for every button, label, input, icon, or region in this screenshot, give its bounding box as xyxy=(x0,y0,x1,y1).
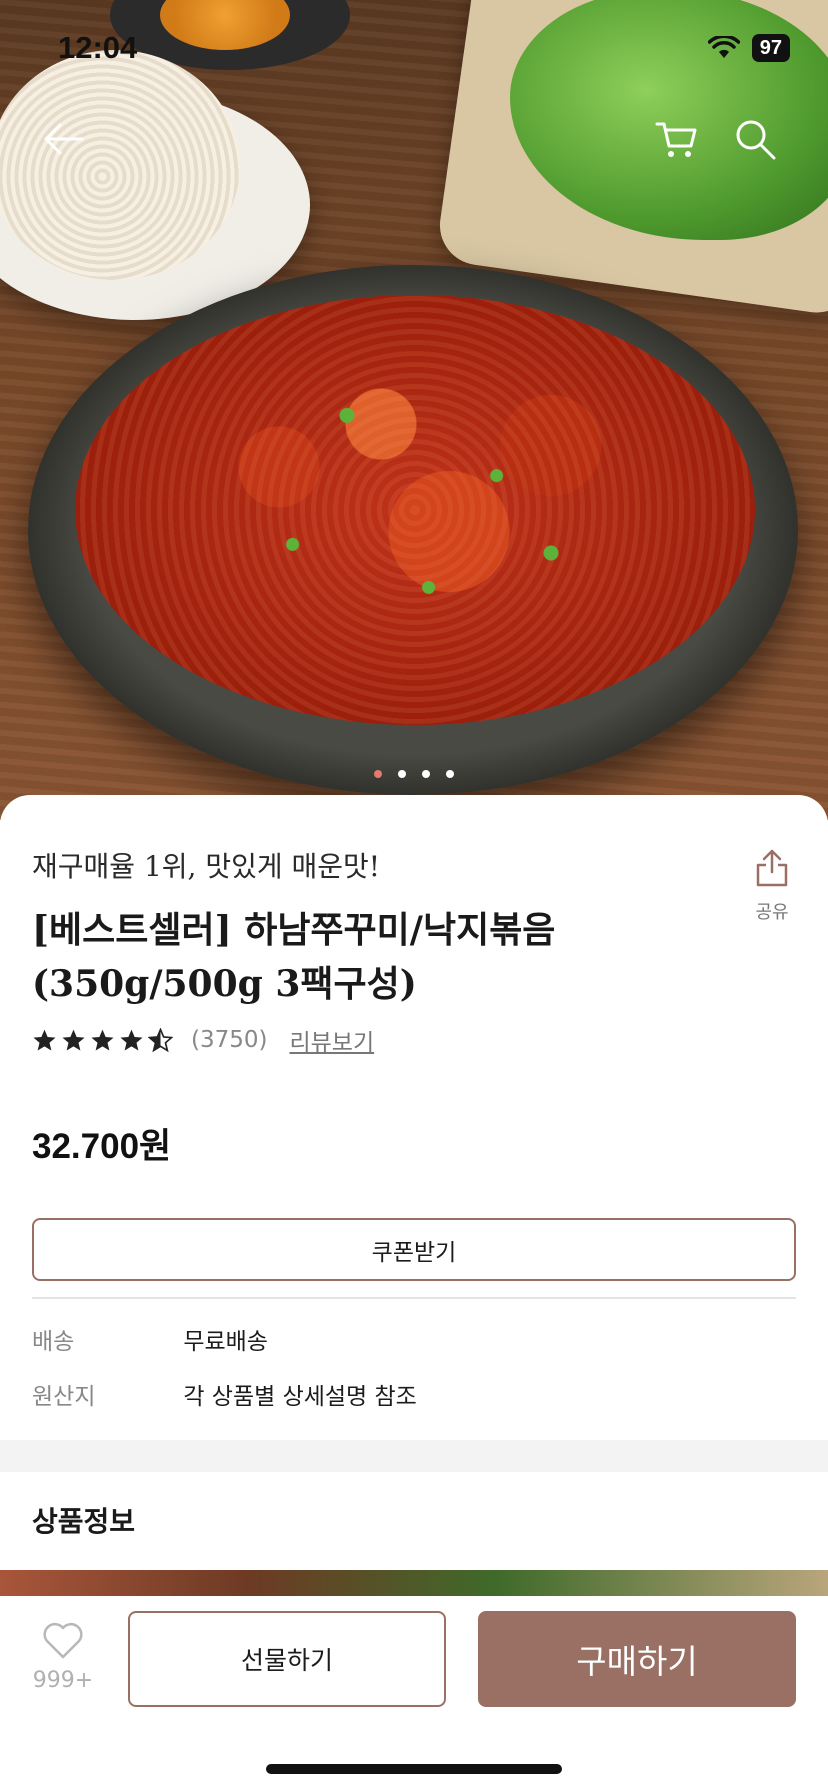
origin-value: 각 상품별 상세설명 참조 xyxy=(183,1384,417,1410)
status-time: 12:04 xyxy=(58,30,138,65)
gift-button[interactable]: 선물하기 xyxy=(128,1611,446,1707)
product-title: [베스트셀러] 하남쭈꾸미/낙지볶음 (350g/500g 3팩구성) xyxy=(32,909,556,1005)
wishlist-button[interactable]: 999+ xyxy=(30,1620,96,1693)
get-coupon-button[interactable]: 쿠폰받기 xyxy=(32,1218,796,1281)
wifi-icon xyxy=(707,36,740,58)
octopus-stir-fry xyxy=(75,295,755,725)
status-indicators: 97 xyxy=(707,34,790,62)
share-label: 공유 xyxy=(755,902,789,923)
section-separator xyxy=(0,1440,828,1472)
shipping-label: 배송 xyxy=(32,1329,75,1355)
battery-indicator: 97 xyxy=(751,34,790,62)
shipping-value: 무료배송 xyxy=(183,1329,268,1355)
product-price: 32.700원 xyxy=(32,1127,172,1166)
carousel-indicator xyxy=(0,770,828,778)
search-icon[interactable] xyxy=(732,116,778,162)
rating-row: (3750) 리뷰보기 xyxy=(32,1023,374,1057)
noodles xyxy=(0,50,240,280)
back-arrow-icon[interactable] xyxy=(40,116,86,162)
carousel-dot[interactable] xyxy=(422,770,430,778)
star-icon xyxy=(120,1029,143,1050)
origin-label: 원산지 xyxy=(32,1384,96,1410)
star-icon xyxy=(33,1029,56,1050)
view-reviews-link[interactable]: 리뷰보기 xyxy=(289,1023,374,1057)
origin-row: 원산지 각 상품별 상세설명 참조 xyxy=(32,1377,417,1411)
product-image-carousel[interactable] xyxy=(0,0,828,820)
home-indicator xyxy=(266,1764,562,1774)
wishlist-count: 999+ xyxy=(32,1668,94,1693)
star-icon xyxy=(62,1029,85,1050)
share-button[interactable]: 공유 xyxy=(742,848,802,924)
carousel-dot-active[interactable] xyxy=(374,770,382,778)
star-icon xyxy=(91,1029,114,1050)
heart-icon xyxy=(43,1622,83,1659)
product-subtitle: 재구매율 1위, 맛있게 매운맛! xyxy=(32,850,381,883)
share-icon xyxy=(756,849,788,887)
product-info-heading: 상품정보 xyxy=(32,1505,136,1538)
buy-button[interactable]: 구매하기 xyxy=(478,1611,796,1707)
star-half-icon xyxy=(148,1027,173,1052)
cart-icon[interactable] xyxy=(654,116,700,162)
divider xyxy=(32,1297,796,1299)
shipping-row: 배송 무료배송 xyxy=(32,1322,268,1356)
carousel-dot[interactable] xyxy=(398,770,406,778)
review-count: (3750) xyxy=(191,1027,268,1053)
carousel-dot[interactable] xyxy=(446,770,454,778)
